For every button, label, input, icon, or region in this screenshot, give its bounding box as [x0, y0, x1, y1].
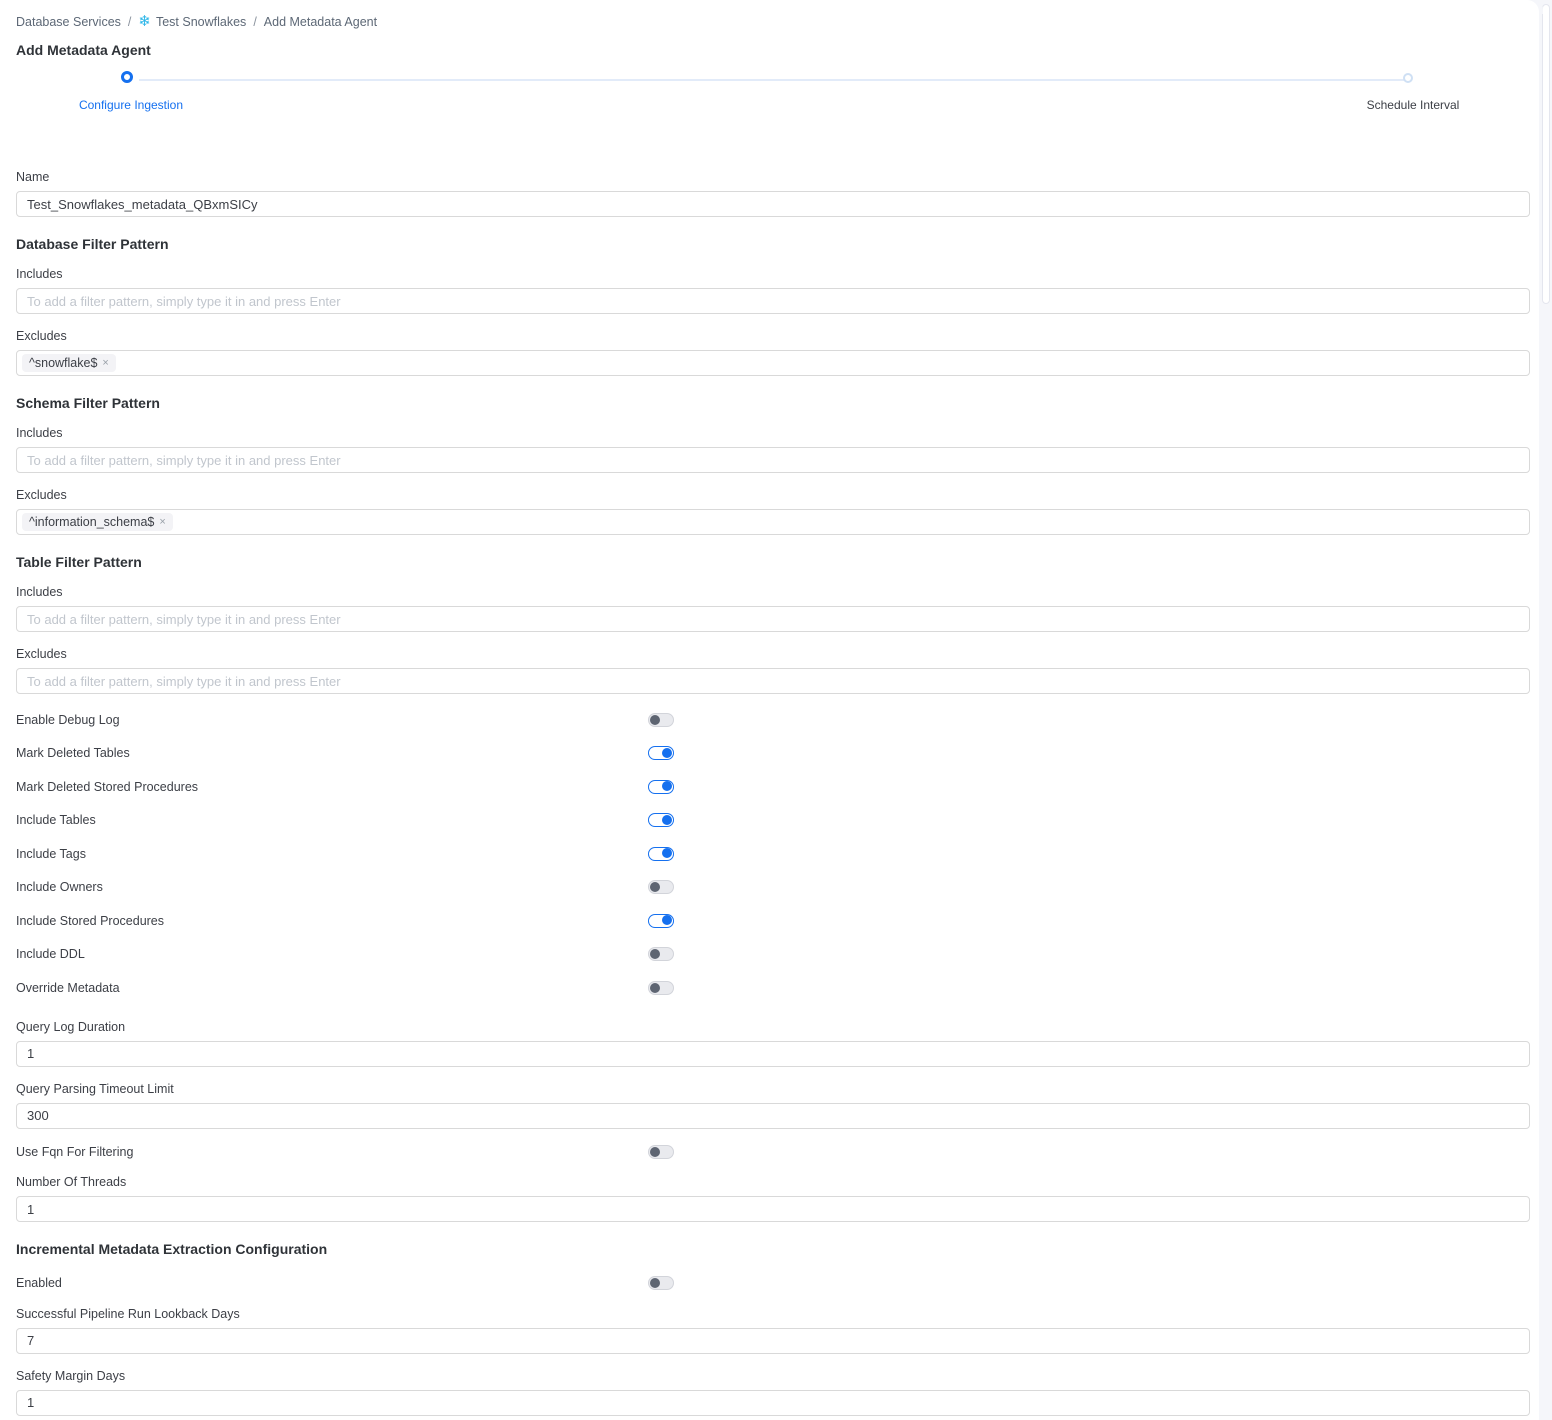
mark-deleted-stored-procedures-toggle[interactable]: [648, 779, 674, 794]
query-log-duration-input[interactable]: [16, 1040, 1530, 1067]
step-label-schedule-interval: Schedule Interval: [1366, 98, 1460, 112]
chip-remove-icon[interactable]: ×: [159, 516, 165, 528]
toggle-row-mark-deleted-stored-procedures: Mark Deleted Stored Procedures: [16, 770, 1530, 804]
incremental-extraction-heading: Incremental Metadata Extraction Configur…: [16, 1241, 328, 1257]
database-includes-label: Includes: [16, 267, 63, 281]
toggle-row-include-tables: Include Tables: [16, 804, 1530, 838]
include-ddl-toggle[interactable]: [648, 947, 674, 962]
scrollbar-thumb[interactable]: [1541, 4, 1550, 304]
toggle-label: Include Tags: [16, 846, 86, 861]
include-tables-toggle[interactable]: [648, 813, 674, 828]
toggle-label: Use Fqn For Filtering: [16, 1145, 134, 1160]
step-circle-schedule-interval[interactable]: [1403, 73, 1413, 83]
toggle-label: Include DDL: [16, 947, 85, 962]
toggle-knob: [650, 714, 660, 725]
toggle-options: Enable Debug Log Mark Deleted Tables Mar…: [16, 703, 1530, 1005]
name-input[interactable]: [16, 191, 1530, 217]
incremental-enabled-toggle[interactable]: [648, 1275, 674, 1290]
filter-chip: ^snowflake$ ×: [22, 354, 116, 372]
toggle-label: Enable Debug Log: [16, 712, 120, 727]
toggle-row-include-tags: Include Tags: [16, 837, 1530, 871]
query-parsing-timeout-input[interactable]: [16, 1102, 1530, 1129]
schema-includes-input[interactable]: [16, 447, 1530, 473]
step-label-configure-ingestion: Configure Ingestion: [78, 98, 184, 112]
lookback-days-input[interactable]: [16, 1327, 1530, 1354]
query-parsing-timeout-label: Query Parsing Timeout Limit: [16, 1081, 174, 1096]
toggle-row-mark-deleted-tables: Mark Deleted Tables: [16, 737, 1530, 771]
number-of-threads-input[interactable]: [16, 1196, 1530, 1222]
page-title: Add Metadata Agent: [16, 42, 151, 58]
toggle-row-enabled: Enabled: [16, 1266, 1530, 1300]
table-includes-input[interactable]: [16, 606, 1530, 632]
database-filter-pattern-heading: Database Filter Pattern: [16, 236, 169, 252]
stepper: Configure Ingestion Schedule Interval: [0, 66, 1552, 116]
toggle-knob: [650, 1277, 660, 1288]
lookback-days-label: Successful Pipeline Run Lookback Days: [16, 1306, 240, 1321]
schema-excludes-input[interactable]: ^information_schema$ ×: [16, 509, 1530, 535]
mark-deleted-tables-toggle[interactable]: [648, 746, 674, 761]
table-filter-pattern-heading: Table Filter Pattern: [16, 554, 142, 570]
name-label: Name: [16, 170, 50, 184]
toggle-label: Include Stored Procedures: [16, 913, 165, 928]
toggle-knob: [650, 982, 660, 993]
page-content: Database Services / ❄ Test Snowflakes / …: [0, 0, 1552, 58]
enable-debug-log-toggle[interactable]: [648, 712, 674, 727]
override-metadata-toggle[interactable]: [648, 980, 674, 995]
toggle-knob: [650, 882, 660, 893]
filter-chip: ^information_schema$ ×: [22, 513, 173, 531]
toggle-knob: [662, 781, 672, 792]
breadcrumb-separator: /: [127, 14, 132, 29]
breadcrumb-service-label: Test Snowflakes: [155, 14, 247, 29]
safety-margin-days-input[interactable]: [16, 1389, 1530, 1416]
schema-filter-pattern-heading: Schema Filter Pattern: [16, 395, 160, 411]
database-excludes-input[interactable]: ^snowflake$ ×: [16, 350, 1530, 376]
step-circle-configure-ingestion[interactable]: [121, 71, 133, 83]
include-stored-procedures-toggle[interactable]: [648, 913, 674, 928]
toggle-knob: [662, 848, 672, 859]
breadcrumb: Database Services / ❄ Test Snowflakes / …: [16, 0, 1530, 29]
scrollbar-track[interactable]: [1539, 0, 1552, 1420]
filter-chip-label: ^information_schema$: [29, 515, 155, 529]
table-excludes-label: Excludes: [16, 647, 67, 661]
toggle-label: Mark Deleted Stored Procedures: [16, 779, 199, 794]
breadcrumb-separator: /: [253, 14, 257, 29]
filter-chip-label: ^snowflake$: [29, 356, 98, 370]
toggle-knob: [662, 747, 672, 758]
toggle-label: Include Owners: [16, 880, 103, 895]
toggle-label: Mark Deleted Tables: [16, 746, 130, 761]
table-includes-label: Includes: [16, 585, 63, 599]
table-excludes-input[interactable]: [16, 668, 1530, 694]
metadata-agent-form: Name Database Filter Pattern Includes Ex…: [16, 170, 1530, 1420]
use-fqn-toggle[interactable]: [648, 1145, 674, 1160]
toggle-knob: [650, 1147, 660, 1158]
query-log-duration-label: Query Log Duration: [16, 1019, 126, 1034]
database-includes-input[interactable]: [16, 288, 1530, 314]
toggle-label: Enabled: [16, 1275, 62, 1290]
toggle-label: Override Metadata: [16, 980, 120, 995]
breadcrumb-current-page: Add Metadata Agent: [263, 14, 378, 29]
toggle-label: Include Tables: [16, 813, 96, 828]
toggle-knob: [662, 915, 672, 926]
breadcrumb-database-services[interactable]: Database Services: [16, 15, 121, 29]
stepper-connector-line: [139, 79, 1412, 81]
breadcrumb-service[interactable]: ❄ Test Snowflakes: [138, 14, 246, 29]
include-owners-toggle[interactable]: [648, 880, 674, 895]
toggle-knob: [650, 949, 660, 960]
chip-remove-icon[interactable]: ×: [102, 357, 108, 369]
snowflake-icon: ❄: [138, 13, 151, 30]
database-excludes-label: Excludes: [16, 329, 67, 343]
toggle-row-include-stored-procedures: Include Stored Procedures: [16, 904, 1530, 938]
toggle-row-include-ddl: Include DDL: [16, 938, 1530, 972]
toggle-row-enable-debug-log: Enable Debug Log: [16, 703, 1530, 737]
schema-excludes-label: Excludes: [16, 488, 67, 502]
include-tags-toggle[interactable]: [648, 846, 674, 861]
toggle-row-include-owners: Include Owners: [16, 871, 1530, 905]
safety-margin-days-label: Safety Margin Days: [16, 1368, 126, 1383]
toggle-knob: [662, 814, 672, 825]
schema-includes-label: Includes: [16, 426, 63, 440]
number-of-threads-label: Number Of Threads: [16, 1175, 127, 1189]
toggle-row-use-fqn: Use Fqn For Filtering: [16, 1136, 1530, 1170]
toggle-row-override-metadata: Override Metadata: [16, 971, 1530, 1005]
